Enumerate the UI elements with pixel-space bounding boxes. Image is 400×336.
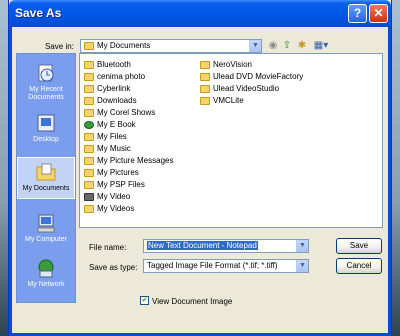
folder-item-my-corel-shows[interactable]: My Corel Shows	[84, 108, 155, 118]
folder-icon	[84, 60, 94, 69]
folder-item-my-picture-messages[interactable]: My Picture Messages	[84, 156, 173, 166]
new-folder-icon[interactable]: ✱	[296, 40, 308, 52]
video-folder-icon	[84, 192, 94, 201]
folder-icon	[84, 72, 94, 81]
place-label: My Documents	[22, 185, 70, 192]
folder-icon	[84, 41, 94, 50]
up-folder-icon[interactable]: ⇧	[281, 40, 293, 52]
my-documents-icon	[36, 163, 56, 181]
folder-name: My Corel Shows	[97, 108, 156, 117]
folder-name: Ulead VideoStudio	[213, 84, 280, 93]
chevron-down-icon[interactable]: ▼	[296, 240, 308, 252]
title-bar[interactable]: Save As ? ✕	[9, 0, 391, 27]
place-label: My Computer	[24, 236, 67, 243]
window-border-right	[388, 27, 391, 336]
folder-item-my-e-book[interactable]: My E Book	[84, 120, 136, 130]
folder-item-bluetooth[interactable]: Bluetooth	[84, 60, 131, 70]
folder-name: My Music	[97, 144, 131, 153]
desktop-icon	[37, 114, 55, 132]
folder-item-my-pictures[interactable]: My Pictures	[84, 168, 139, 178]
save-as-dialog: Save As ? ✕ Save in: My Documents ▼ ◉ ⇧ …	[8, 0, 392, 336]
folder-name: My Videos	[97, 204, 135, 213]
folder-item-vmclite[interactable]: VMCLite	[200, 96, 244, 106]
folder-icon	[200, 72, 210, 81]
my-network-icon	[38, 259, 54, 278]
folder-icon	[200, 60, 210, 69]
help-button[interactable]: ?	[348, 4, 367, 23]
folder-name: Cyberlink	[97, 84, 131, 93]
folder-icon	[84, 108, 94, 117]
save-button[interactable]: Save	[336, 238, 382, 254]
save-in-value: My Documents	[97, 41, 151, 50]
place-my-documents[interactable]: My Documents	[17, 157, 75, 199]
save-in-label: Save in:	[45, 42, 74, 51]
folder-name: My Files	[97, 132, 127, 141]
folder-item-cenima-photo[interactable]: cenima photo	[84, 72, 145, 82]
cancel-button[interactable]: Cancel	[336, 258, 382, 274]
folder-item-ulead-dvd-moviefactory[interactable]: Ulead DVD MovieFactory	[200, 72, 303, 82]
folder-icon	[200, 84, 210, 93]
my-computer-icon	[37, 214, 55, 233]
place-my-network[interactable]: My Network	[17, 257, 75, 289]
folder-name: My E Book	[97, 120, 136, 129]
folder-name: Ulead DVD MovieFactory	[213, 72, 304, 81]
folder-name: VMCLite	[213, 96, 244, 105]
chevron-down-icon[interactable]: ▼	[296, 260, 308, 272]
close-button[interactable]: ✕	[369, 4, 388, 23]
folder-item-nerovision[interactable]: NeroVision	[200, 60, 252, 70]
folder-item-my-video[interactable]: My Video	[84, 192, 130, 202]
place-my-recent-documents[interactable]: My Recent Documents	[17, 62, 75, 102]
chevron-down-icon[interactable]: ▼	[249, 40, 261, 52]
folder-name: Downloads	[97, 96, 137, 105]
folder-icon	[84, 168, 94, 177]
place-label: My Recent Documents	[28, 86, 64, 101]
desktop-wallpaper-right	[392, 0, 400, 336]
save-as-type-dropdown[interactable]: Tagged Image File Format (*.tif; *.tiff)…	[143, 259, 309, 273]
save-in-dropdown[interactable]: My Documents ▼	[80, 39, 262, 53]
view-document-label: View Document Image	[152, 297, 233, 306]
folder-name: My PSP Files	[97, 180, 145, 189]
folder-name: My Picture Messages	[97, 156, 174, 165]
places-bar: My Recent Documents Desktop My Documents…	[16, 53, 76, 303]
globe-folder-icon	[84, 120, 94, 129]
recent-documents-icon	[38, 64, 54, 82]
folder-icon	[200, 96, 210, 105]
folder-item-my-psp-files[interactable]: My PSP Files	[84, 180, 145, 190]
folder-icon	[84, 96, 94, 105]
save-as-type-label: Save as type:	[89, 263, 138, 272]
folder-icon	[84, 84, 94, 93]
desktop-wallpaper-left	[0, 0, 8, 336]
folder-item-cyberlink[interactable]: Cyberlink	[84, 84, 130, 94]
view-document-checkbox[interactable]: ✔	[140, 296, 149, 305]
folder-icon	[84, 132, 94, 141]
folder-item-my-music[interactable]: My Music	[84, 144, 131, 154]
folder-icon	[84, 144, 94, 153]
save-as-type-value: Tagged Image File Format (*.tif; *.tiff)	[147, 261, 278, 270]
file-name-label: File name:	[89, 243, 127, 252]
file-name-input[interactable]: New Text Document - Notepad ▼	[143, 239, 309, 253]
folder-icon	[84, 180, 94, 189]
folder-name: cenima photo	[97, 72, 146, 81]
folder-item-my-files[interactable]: My Files	[84, 132, 127, 142]
folder-item-my-videos[interactable]: My Videos	[84, 204, 134, 214]
place-label: Desktop	[33, 136, 59, 143]
folder-name: My Video	[97, 192, 131, 201]
views-menu-icon[interactable]: ▦▾	[312, 40, 330, 52]
folder-name: NeroVision	[213, 60, 252, 69]
back-icon[interactable]: ◉	[267, 40, 279, 52]
place-desktop[interactable]: Desktop	[17, 112, 75, 144]
place-my-computer[interactable]: My Computer	[17, 212, 75, 244]
folder-name: My Pictures	[97, 168, 139, 177]
place-label: My Network	[27, 281, 65, 288]
dialog-title: Save As	[15, 6, 62, 20]
folder-item-ulead-videostudio[interactable]: Ulead VideoStudio	[200, 84, 279, 94]
file-name-value: New Text Document - Notepad	[147, 241, 258, 250]
file-list[interactable]: Bluetooth cenima photo Cyberlink Downloa…	[79, 53, 383, 228]
folder-icon	[84, 156, 94, 165]
folder-icon	[84, 204, 94, 213]
window-border-left	[9, 27, 12, 336]
folder-name: Bluetooth	[97, 60, 131, 69]
folder-item-downloads[interactable]: Downloads	[84, 96, 137, 106]
